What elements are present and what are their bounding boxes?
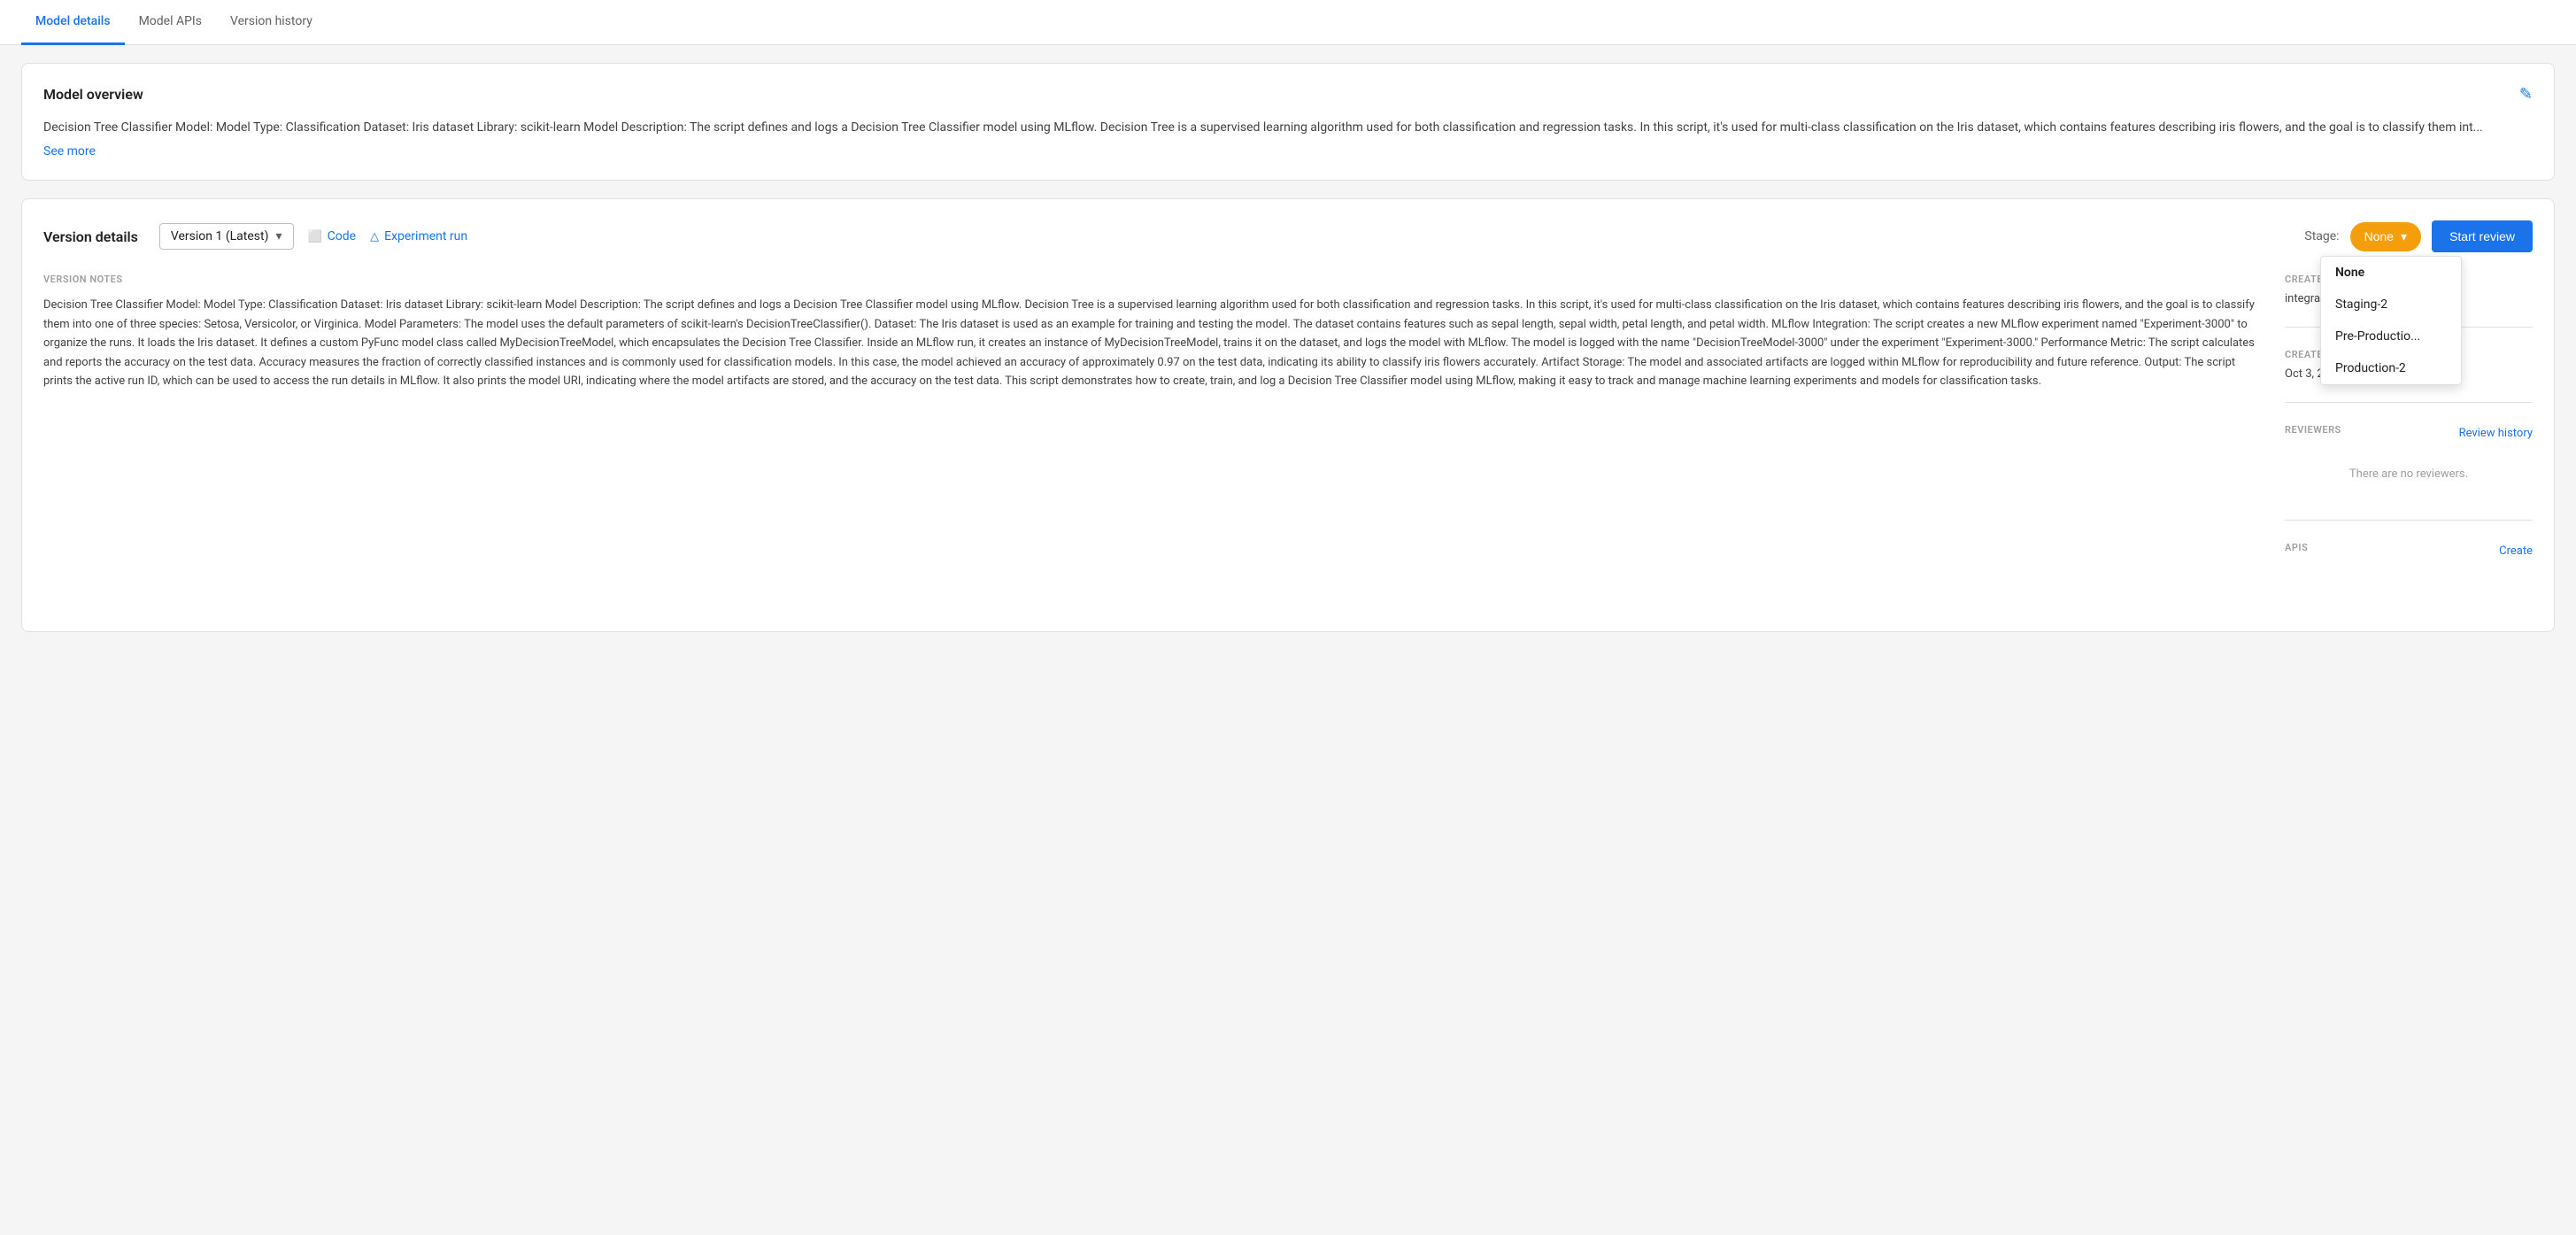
model-overview-title: Model overview [43,86,143,103]
reviewers-label: REVIEWERS [2285,424,2341,436]
flask-icon: △ [370,230,379,243]
code-link[interactable]: ⬜ Code [308,229,357,243]
model-overview-header: Model overview ✎ [43,85,2533,104]
version-notes-text: Decision Tree Classifier Model: Model Ty… [43,296,2256,390]
model-overview-description: Decision Tree Classifier Model: Model Ty… [43,118,2533,137]
stage-chevron-icon: ▾ [2401,229,2407,244]
version-notes-section: VERSION NOTES Decision Tree Classifier M… [43,274,2256,610]
apis-header: APIS Create [2285,542,2533,560]
review-history-link[interactable]: Review history [2459,427,2533,440]
code-label: Code [328,229,356,243]
stage-value: None [2364,229,2394,243]
version-header: Version details Version 1 (Latest) ▾ ⬜ C… [43,220,2533,252]
version-details-card: Version details Version 1 (Latest) ▾ ⬜ C… [21,198,2555,632]
version-select-label: Version 1 (Latest) [171,229,269,243]
dropdown-item-production-2[interactable]: Production-2 [2321,352,2461,384]
apis-label: APIS [2285,542,2308,553]
experiment-run-link[interactable]: △ Experiment run [370,229,467,243]
apis-section: APIS Create [2285,542,2533,589]
see-more-link[interactable]: See more [43,144,96,158]
tab-version-history[interactable]: Version history [216,0,327,45]
stage-label: Stage: [2304,229,2339,243]
reviewers-header: REVIEWERS Review history [2285,424,2533,443]
dropdown-item-none[interactable]: None [2321,257,2461,289]
dropdown-item-staging-2[interactable]: Staging-2 [2321,289,2461,320]
chevron-down-icon: ▾ [275,229,282,243]
create-api-link[interactable]: Create [2499,544,2533,558]
tab-model-apis[interactable]: Model APIs [125,0,216,45]
tab-model-details[interactable]: Model details [21,0,125,45]
dropdown-item-pre-production[interactable]: Pre-Productio... [2321,320,2461,352]
tabs-bar: Model details Model APIs Version history [0,0,2576,45]
stage-dropdown-menu: None Staging-2 Pre-Productio... Producti… [2320,256,2462,385]
no-reviewers-text: There are no reviewers. [2285,450,2533,498]
reviewers-section: REVIEWERS Review history There are no re… [2285,424,2533,521]
page-container: Model details Model APIs Version history… [0,0,2576,1235]
start-review-button[interactable]: Start review [2432,220,2533,252]
version-details-title: Version details [43,228,138,245]
stage-dropdown[interactable]: None ▾ [2350,222,2422,251]
model-overview-card: Model overview ✎ Decision Tree Classifie… [21,63,2555,181]
version-header-right: Stage: None ▾ None Staging-2 Pre-Product… [2304,220,2533,252]
version-select[interactable]: Version 1 (Latest) ▾ [159,223,294,250]
version-notes-label: VERSION NOTES [43,274,2256,285]
edit-icon[interactable]: ✎ [2519,85,2533,104]
version-content: VERSION NOTES Decision Tree Classifier M… [43,274,2533,610]
experiment-run-label: Experiment run [384,229,467,243]
code-icon: ⬜ [308,230,322,243]
